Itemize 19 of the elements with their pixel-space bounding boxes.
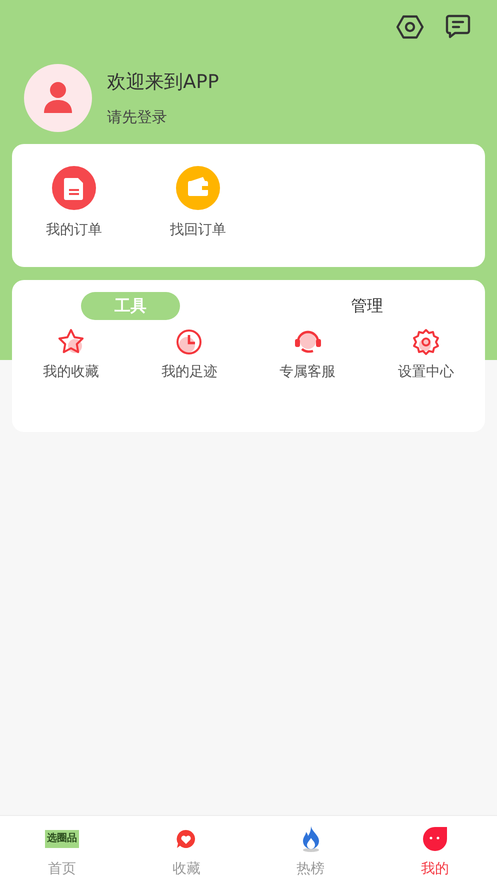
nav-tab[interactable]: 选圈品 首页 [0, 816, 124, 883]
tab[interactable]: 管理 [317, 292, 416, 320]
tool-label[interactable]: 设置中心 [398, 362, 454, 383]
tool-label[interactable]: 我的收藏 [43, 362, 100, 383]
heart-icon [175, 828, 198, 850]
order-label[interactable]: 我的订单 [46, 220, 102, 241]
star-icon[interactable] [57, 328, 86, 356]
clock-icon[interactable] [175, 328, 204, 356]
tool-label[interactable]: 我的足迹 [161, 362, 218, 383]
order-label[interactable]: 找回订单 [170, 220, 226, 241]
headset-icon[interactable] [292, 328, 323, 356]
tool-label[interactable]: 专属客服 [280, 362, 336, 383]
welcome-title: 欢迎来到APP [107, 70, 219, 94]
settings-icon[interactable] [412, 328, 440, 356]
app-mascot-icon [420, 825, 449, 853]
nav-tab[interactable]: 我的 [372, 816, 497, 883]
document-icon[interactable] [52, 166, 96, 210]
login-prompt[interactable]: 请先登录 [107, 106, 219, 128]
logo-icon: 选圈品 [45, 830, 80, 848]
